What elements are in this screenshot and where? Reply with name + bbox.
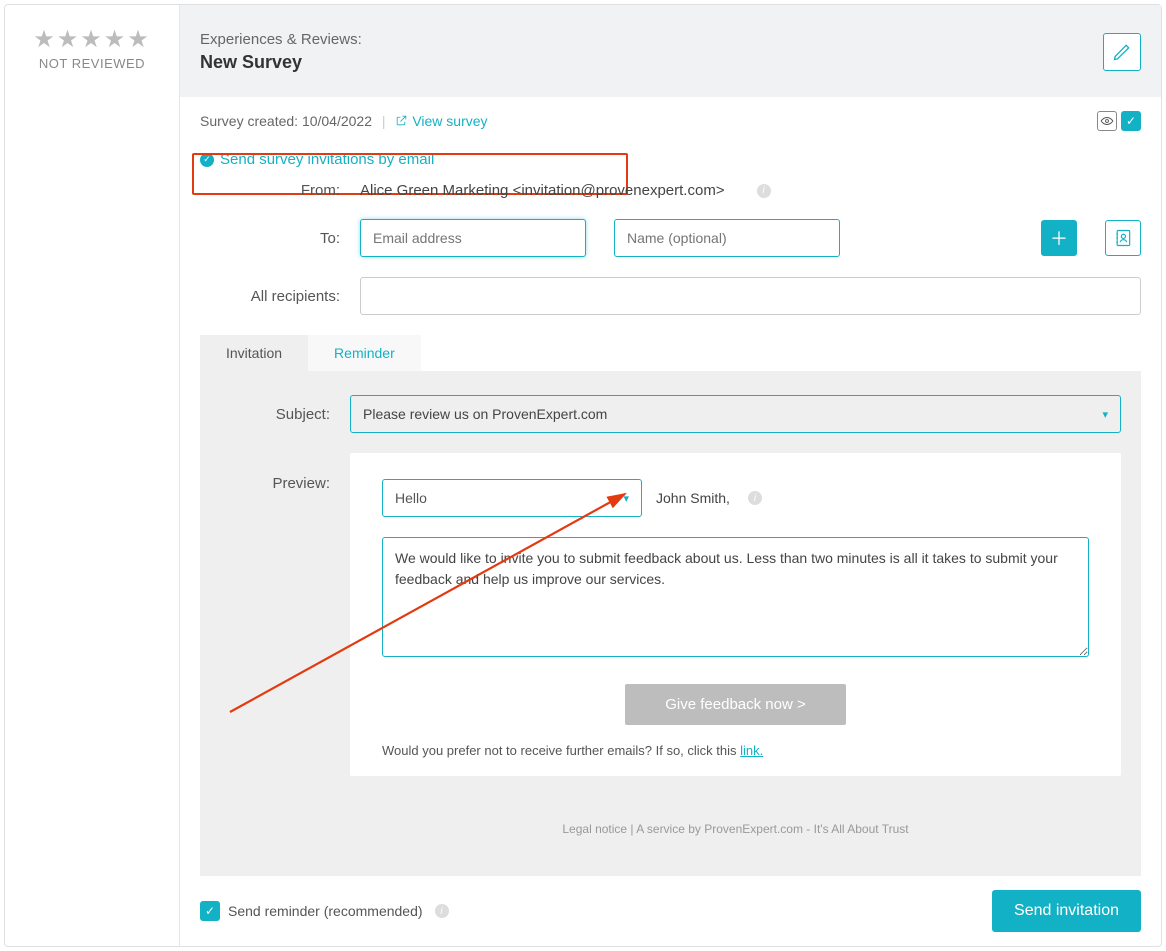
recipients-input[interactable] — [360, 277, 1141, 315]
email-preview-card: Hello ▾ John Smith, i Give feedback now … — [350, 453, 1121, 776]
unsubscribe-link[interactable]: link. — [740, 743, 763, 758]
pencil-icon — [1112, 42, 1132, 62]
view-survey-link[interactable]: View survey — [395, 113, 487, 129]
send-reminder-label: Send reminder (recommended) — [228, 903, 423, 919]
from-value: Alice Green Marketing <invitation@proven… — [360, 182, 725, 199]
unsubscribe-text: Would you prefer not to receive further … — [382, 743, 1089, 758]
add-recipient-button[interactable]: ＋ — [1041, 220, 1077, 256]
status-badge-active[interactable]: ✓ — [1121, 111, 1141, 131]
header-subtitle: Experiences & Reviews: — [200, 31, 362, 48]
address-book-icon — [1113, 228, 1133, 248]
visibility-toggle[interactable] — [1097, 111, 1117, 131]
legal-footer: Legal notice | A service by ProvenExpert… — [350, 822, 1121, 836]
recipients-label: All recipients: — [200, 288, 360, 305]
not-reviewed-label: NOT REVIEWED — [15, 56, 169, 71]
eye-icon — [1100, 114, 1114, 128]
email-input[interactable] — [360, 219, 586, 257]
chevron-down-icon: ▾ — [1102, 408, 1108, 421]
info-icon[interactable]: i — [757, 184, 771, 198]
info-icon[interactable]: i — [435, 904, 449, 918]
survey-created-label: Survey created: 10/04/2022 — [200, 113, 372, 129]
greeting-select[interactable]: Hello ▾ — [382, 479, 642, 517]
subject-select[interactable]: Please review us on ProvenExpert.com ▾ — [350, 395, 1121, 433]
divider: | — [382, 113, 386, 129]
info-icon[interactable]: i — [748, 491, 762, 505]
chevron-down-icon: ▾ — [623, 492, 629, 505]
send-invitation-button[interactable]: Send invitation — [992, 890, 1141, 932]
tab-invitation[interactable]: Invitation — [200, 335, 308, 371]
to-label: To: — [200, 230, 360, 247]
check-circle-icon: ✓ — [200, 153, 214, 167]
tab-reminder[interactable]: Reminder — [308, 335, 421, 371]
subject-label: Subject: — [220, 406, 350, 423]
from-label: From: — [200, 182, 360, 199]
edit-survey-button[interactable] — [1103, 33, 1141, 71]
greeting-recipient-name: John Smith, — [656, 490, 730, 506]
email-body-textarea[interactable] — [382, 537, 1089, 657]
send-invitations-link[interactable]: Send survey invitations by email — [220, 151, 434, 168]
give-feedback-button-preview: Give feedback now > — [625, 684, 846, 725]
preview-label: Preview: — [220, 453, 350, 492]
name-input[interactable] — [614, 219, 840, 257]
external-link-icon — [395, 114, 408, 127]
header-title: New Survey — [200, 52, 362, 73]
rating-stars: ★★★★★ — [15, 25, 169, 54]
send-reminder-checkbox[interactable]: ✓ — [200, 901, 220, 921]
contacts-button[interactable] — [1105, 220, 1141, 256]
